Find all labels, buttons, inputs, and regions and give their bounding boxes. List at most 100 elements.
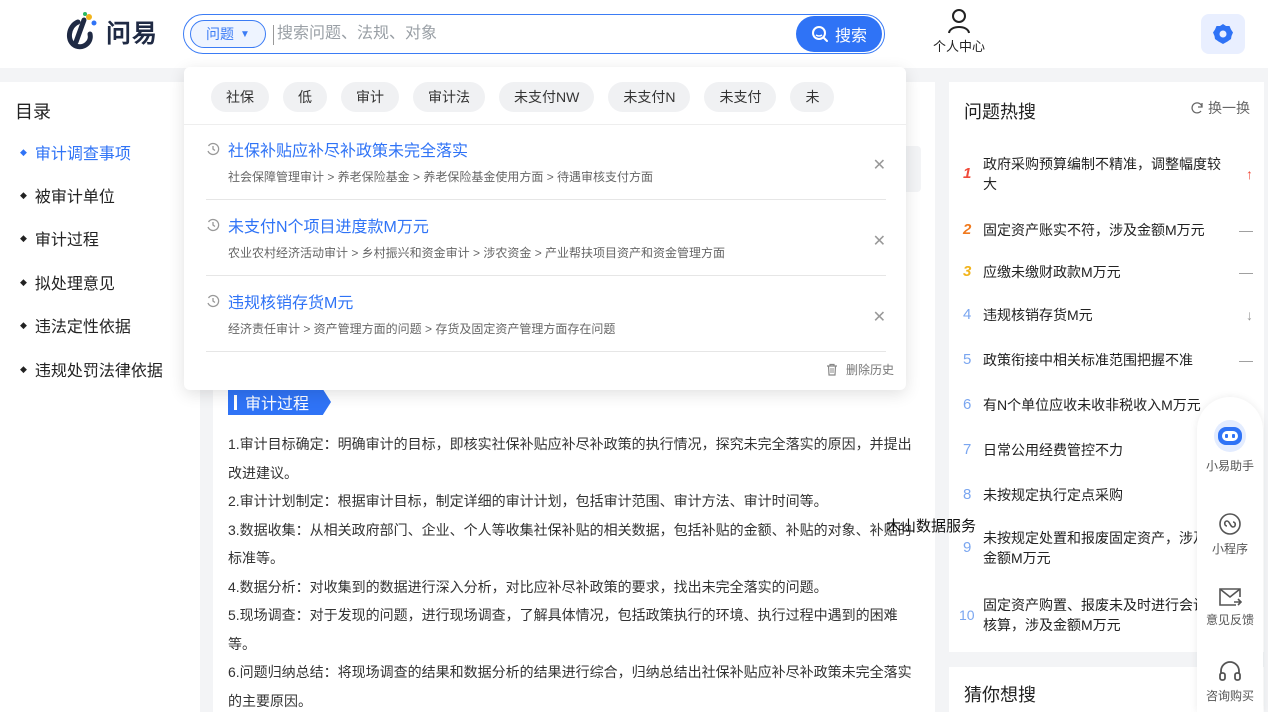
paragraph: 4.数据分析：对收集到的数据进行深入分析，对比应补尽补政策的要求，找出未完全落实… (228, 578, 828, 595)
history-item-path: 经济责任审计 > 资产管理方面的问题 > 存货及固定资产管理方面存在问题 (228, 322, 616, 336)
bullet-icon: ◆ (20, 232, 27, 243)
section-heading-label: 审计过程 (245, 396, 310, 413)
headset-icon (1219, 661, 1241, 681)
trash-icon (826, 363, 837, 376)
hot-rank: 3 (963, 263, 972, 280)
assistant-button[interactable]: 小易助手 (1197, 419, 1263, 474)
close-icon[interactable]: ✕ (873, 231, 886, 251)
miniprogram-icon (1219, 513, 1241, 535)
hot-rank: 6 (963, 396, 972, 413)
search-type-label: 问题 (206, 26, 235, 42)
hot-rank: 9 (963, 539, 972, 556)
clear-history-label: 删除历史 (845, 363, 894, 377)
history-clock-icon (207, 218, 220, 232)
logo[interactable]: 问易 (64, 12, 158, 52)
paragraph: 2.审计计划制定：根据审计目标，制定详细的审计计划，包括审计范围、审计方法、审计… (228, 493, 828, 509)
hot-text: 应缴未缴财政款M万元 (983, 264, 1121, 280)
toc-title: 目录 (15, 102, 51, 122)
refresh-icon (1191, 102, 1203, 114)
toc-item-label: 拟处理意见 (34, 276, 115, 293)
history-item: 未支付N个项目进度款M万元 农业农村经济活动审计 > 乡村振兴和资金审计 > 涉… (206, 201, 886, 276)
clear-history-button[interactable]: 删除历史 (826, 361, 894, 378)
hot-text: 日常公用经费管控不力 (983, 442, 1123, 458)
keyword-chip[interactable]: 审计 (341, 82, 399, 112)
keyword-chip[interactable]: 未支付NW (499, 82, 595, 112)
settings-button[interactable] (1201, 14, 1245, 54)
trend-flat-icon: — (1239, 222, 1253, 238)
floating-toolbar: 小易助手 小程序 意见反馈 咨询购买 (1197, 397, 1263, 712)
hot-text: 违规核销存货M元 (983, 307, 1093, 323)
keyword-chip[interactable]: 社保 (211, 82, 269, 112)
heading-bar (234, 394, 237, 410)
table-of-contents: 目录 ◆ 审计调查事项 ◆ 被审计单位 ◆ 审计过程 ◆ 拟处理意见 ◆ 违法定… (0, 82, 200, 712)
history-clock-icon (207, 142, 220, 156)
keyword-chip[interactable]: 未支付 (704, 82, 777, 112)
hot-rank: 1 (963, 165, 972, 182)
hot-text: 有N个单位应收未收非税收入M万元 (983, 397, 1201, 413)
caret-down-icon: ▼ (240, 28, 250, 40)
search-type-select[interactable]: 问题 ▼ (190, 20, 266, 48)
paragraph: 5.现场调查：对于发现的问题，进行现场调查，了解具体情况，包括政策执行的环境、执… (228, 607, 898, 652)
search-button-label: 搜索 (834, 28, 867, 45)
hot-rank: 8 (963, 486, 972, 503)
hot-text: 固定资产账实不符，涉及金额M万元 (983, 222, 1205, 238)
history-item-link[interactable]: 违规核销存货M元 (206, 289, 353, 313)
consult-button[interactable]: 咨询购买 (1197, 659, 1263, 704)
user-center-button[interactable]: 个人中心 (926, 8, 992, 55)
toc-item-audit-process[interactable]: ◆ 审计过程 (20, 226, 99, 250)
history-item-link[interactable]: 未支付N个项目进度款M万元 (206, 213, 429, 237)
close-icon[interactable]: ✕ (873, 307, 886, 327)
toc-item-label: 审计过程 (34, 232, 99, 249)
hot-text: 政策衔接中相关标准范围把握不准 (983, 352, 1193, 368)
robot-icon (1214, 420, 1246, 452)
paragraph: 1.审计目标确定：明确审计的目标，即核实社保补贴应补尽补政策的执行情况，探究未完… (228, 436, 912, 481)
search-history-dropdown: 社保 低 审计 审计法 未支付NW 未支付N 未支付 未 社保补贴应补尽补政策未… (184, 67, 906, 390)
hot-text: 政府采购预算编制不精准，调整幅度较大 (983, 156, 1221, 192)
toc-item-label: 违法定性依据 (34, 319, 131, 336)
toc-item-audited-unit[interactable]: ◆ 被审计单位 (20, 183, 115, 207)
miniprogram-button[interactable]: 小程序 (1197, 512, 1263, 557)
keyword-chip[interactable]: 未 (790, 82, 835, 112)
refresh-button[interactable]: 换一换 (1190, 98, 1250, 118)
hot-text: 未按规定处置和报废固定资产，涉及金额M万元 (983, 530, 1207, 566)
history-item: 社保补贴应补尽补政策未完全落实 社会保障管理审计 > 养老保险基金 > 养老保险… (206, 125, 886, 200)
paragraph: 6.问题归纳总结：将现场调查的结果和数据分析的结果进行综合，归纳总结出社保补贴应… (228, 664, 912, 709)
trend-flat-icon: — (1239, 352, 1253, 368)
feedback-button[interactable]: 意见反馈 (1197, 587, 1263, 628)
search-button[interactable]: 搜索 (796, 16, 882, 52)
toc-item-legal-basis[interactable]: ◆ 违法定性依据 (20, 313, 131, 337)
bullet-icon: ◆ (20, 189, 27, 200)
top-header: 问易 问题 ▼ 搜索 个人中心 (0, 0, 1268, 68)
search-icon (811, 26, 828, 42)
toc-item-audit-matter[interactable]: ◆ 审计调查事项 (20, 140, 131, 164)
mail-icon (1219, 588, 1242, 606)
hot-rank: 7 (963, 441, 972, 458)
miniprogram-label: 小程序 (1211, 542, 1248, 556)
user-icon (948, 9, 970, 34)
hot-rank: 2 (963, 221, 972, 238)
keyword-chip[interactable]: 低 (283, 82, 327, 112)
history-item-path: 农业农村经济活动审计 > 乡村振兴和资金审计 > 涉农资金 > 产业帮扶项目资产… (228, 246, 726, 260)
section-heading-audit-process: 审计过程 (228, 389, 332, 415)
hot-text: 未按规定执行定点采购 (983, 487, 1123, 503)
bullet-icon: ◆ (20, 319, 27, 330)
toc-item-penalty-basis[interactable]: ◆ 违规处罚法律依据 (20, 357, 163, 381)
assistant-label: 小易助手 (1205, 459, 1254, 473)
close-icon[interactable]: ✕ (873, 155, 886, 175)
history-item-path: 社会保障管理审计 > 养老保险基金 > 养老保险基金使用方面 > 待遇审核支付方… (228, 170, 654, 184)
keyword-chip[interactable]: 审计法 (413, 82, 485, 112)
history-item-link[interactable]: 社保补贴应补尽补政策未完全落实 (206, 137, 468, 161)
trend-flat-icon: — (1239, 264, 1253, 280)
bullet-icon: ◆ (20, 363, 27, 374)
logo-text: 问易 (106, 20, 159, 48)
keyword-chip[interactable]: 未支付N (608, 82, 691, 112)
history-item-title: 违规核销存货M元 (228, 295, 354, 312)
search-input[interactable] (277, 21, 777, 47)
hot-rank: 5 (963, 351, 972, 368)
hot-rank: 4 (963, 306, 972, 323)
toc-item-label: 违规处罚法律依据 (34, 363, 163, 380)
refresh-label: 换一换 (1208, 100, 1250, 116)
bullet-icon: ◆ (20, 276, 27, 287)
logo-icon (67, 12, 97, 50)
toc-item-proposed-opinion[interactable]: ◆ 拟处理意见 (20, 270, 115, 294)
